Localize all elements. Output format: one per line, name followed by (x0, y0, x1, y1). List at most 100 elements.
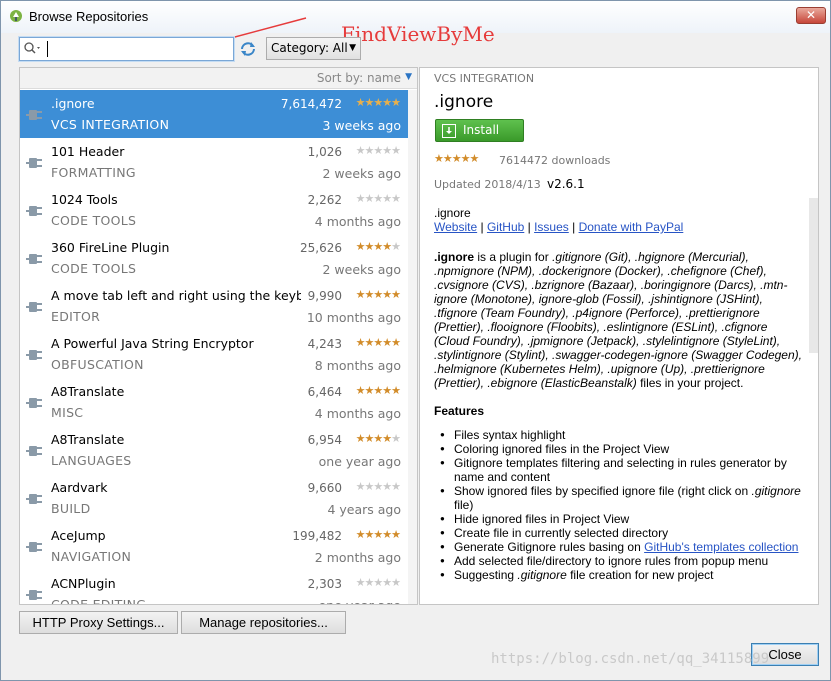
plugin-downloads: 2,262 (307, 193, 342, 207)
detail-category: VCS INTEGRATION (434, 72, 535, 85)
sort-bar[interactable]: Sort by: name ▼ (20, 68, 417, 89)
search-field[interactable] (19, 37, 234, 61)
star-icon: ★ (391, 480, 401, 493)
list-scrollbar[interactable] (408, 90, 417, 604)
plugin-category: VCS INTEGRATION (51, 117, 170, 132)
star-icon: ★ (373, 144, 383, 157)
text-caret (47, 41, 48, 57)
feature-item: Coloring ignored files in the Project Vi… (440, 442, 806, 456)
star-icon: ★ (460, 152, 471, 165)
star-icon: ★ (373, 480, 383, 493)
plugin-date: one year ago (318, 454, 401, 469)
plugin-rating-stars: ★★★★★ (356, 336, 401, 349)
features-list: Files syntax highlight Coloring ignored … (434, 428, 806, 582)
download-icon (442, 124, 456, 138)
plugin-category: OBFUSCATION (51, 357, 144, 372)
star-icon: ★ (382, 144, 392, 157)
install-label: Install (463, 123, 500, 137)
category-dropdown[interactable]: Category: All ▼ (266, 37, 361, 60)
star-icon: ★ (391, 288, 401, 301)
plugin-row[interactable]: 101 Header FORMATTING 1,026 ★★★★★ 2 weeks ag… (20, 138, 408, 186)
chevron-down-icon[interactable]: ▼ (405, 72, 412, 82)
donate-link[interactable]: Donate with PayPal (579, 220, 684, 234)
detail-version: v2.6.1 (547, 177, 585, 191)
github-link[interactable]: GitHub (487, 220, 524, 234)
plugin-name: ACNPlugin (51, 576, 116, 591)
plugin-downloads: 4,243 (307, 337, 342, 351)
plugin-category: MISC (51, 405, 84, 420)
window-close-button[interactable]: ✕ (796, 7, 826, 24)
star-icon: ★ (382, 336, 392, 349)
plugin-date: 10 months ago (306, 310, 401, 325)
plugin-icon (26, 443, 44, 462)
description-intro: is a plugin for (474, 250, 553, 264)
star-icon: ★ (373, 384, 383, 397)
star-icon: ★ (373, 192, 383, 205)
plugin-row[interactable]: Aardvark BUILD 9,660 ★★★★★ 4 years ago (20, 474, 408, 522)
plugin-row[interactable]: .ignore VCS INTEGRATION 7,614,472 ★★★★★ 3 we… (20, 90, 408, 138)
plugin-row[interactable]: 1024 Tools CODE TOOLS 2,262 ★★★★★ 4 months a… (20, 186, 408, 234)
chevron-down-icon: ▼ (349, 43, 356, 53)
star-icon: ★ (355, 240, 366, 253)
detail-scrollbar[interactable] (809, 198, 818, 353)
plugin-name: 1024 Tools (51, 192, 118, 207)
star-icon: ★ (355, 432, 366, 445)
star-icon: ★ (382, 480, 392, 493)
plugin-row[interactable]: A Powerful Java String Encryptor OBFUSCAT… (20, 330, 408, 378)
plugin-date: 4 years ago (327, 502, 401, 517)
github-templates-link[interactable]: GitHub's templates collection (644, 540, 798, 554)
link-separator: | (568, 220, 579, 234)
plugin-icon (26, 155, 44, 174)
star-icon: ★ (382, 240, 392, 253)
feature-item: Gitignore templates filtering and select… (440, 456, 806, 484)
feature-item: Files syntax highlight (440, 428, 806, 442)
feature-item: Create file in currently selected direct… (440, 526, 806, 540)
search-input[interactable] (46, 40, 226, 58)
star-icon: ★ (391, 528, 401, 541)
detail-plugin-name: .ignore (434, 92, 494, 112)
browse-repositories-dialog: Browse Repositories ✕ FindViewByMe Categ… (0, 0, 831, 681)
plugin-date: 8 months ago (314, 358, 401, 373)
plugin-name: Aardvark (51, 480, 108, 495)
plugin-downloads: 2,303 (307, 577, 342, 591)
install-button[interactable]: Install (435, 119, 524, 142)
description-paragraph: .ignore is a plugin for .gitignore (Git)… (434, 250, 806, 390)
watermark: https://blog.csdn.net/qq_34115899 (491, 651, 770, 667)
plugin-icon (26, 347, 44, 366)
plugin-row[interactable]: 360 FireLine Plugin CODE TOOLS 25,626 ★★★★★… (20, 234, 408, 282)
plugin-icon (26, 395, 44, 414)
issues-link[interactable]: Issues (534, 220, 569, 234)
feature-item: Suggesting .gitignore file creation for … (440, 568, 806, 582)
plugin-name: 101 Header (51, 144, 125, 159)
search-icon[interactable] (24, 42, 44, 56)
star-icon: ★ (373, 432, 383, 445)
star-icon: ★ (373, 336, 383, 349)
website-link[interactable]: Website (434, 220, 477, 234)
star-icon: ★ (355, 576, 366, 589)
plugin-row[interactable]: A8Translate MISC 6,464 ★★★★★ 4 months ago (20, 378, 408, 426)
plugin-name: A8Translate (51, 432, 125, 447)
star-icon: ★ (355, 96, 366, 109)
plugin-icon (26, 299, 44, 318)
description-plugin-name: .ignore (434, 206, 471, 220)
plugin-category: CODE TOOLS (51, 213, 137, 228)
plugin-downloads: 199,482 (292, 529, 342, 543)
plugin-downloads: 7,614,472 (280, 97, 342, 111)
star-icon: ★ (355, 192, 366, 205)
detail-updated: Updated 2018/4/13 (434, 178, 541, 191)
plugin-row[interactable]: ACNPlugin CODE EDITING 2,303 ★★★★★ one year … (20, 570, 408, 604)
plugin-row[interactable]: AceJump NAVIGATION 199,482 ★★★★★ 2 months ag… (20, 522, 408, 570)
plugin-detail: VCS INTEGRATION .ignore Install ★★★★★ 76… (419, 67, 819, 605)
plugin-icon (26, 539, 44, 558)
plugin-rating-stars: ★★★★★ (355, 576, 401, 589)
features-heading: Features (434, 404, 485, 418)
plugin-downloads: 6,464 (307, 385, 342, 399)
link-row: Website | GitHub | Issues | Donate with … (434, 220, 806, 234)
description-ignore-files: .gitignore (Git), .hgignore (Mercurial),… (434, 250, 802, 390)
http-proxy-settings-button[interactable]: HTTP Proxy Settings... (19, 611, 178, 634)
sort-label[interactable]: Sort by: name (317, 71, 401, 85)
plugin-row[interactable]: A move tab left and right using the keyb… (20, 282, 408, 330)
plugin-row[interactable]: A8Translate LANGUAGES 6,954 ★★★★★ one year a… (20, 426, 408, 474)
refresh-icon[interactable] (239, 40, 257, 58)
manage-repositories-button[interactable]: Manage repositories... (181, 611, 346, 634)
